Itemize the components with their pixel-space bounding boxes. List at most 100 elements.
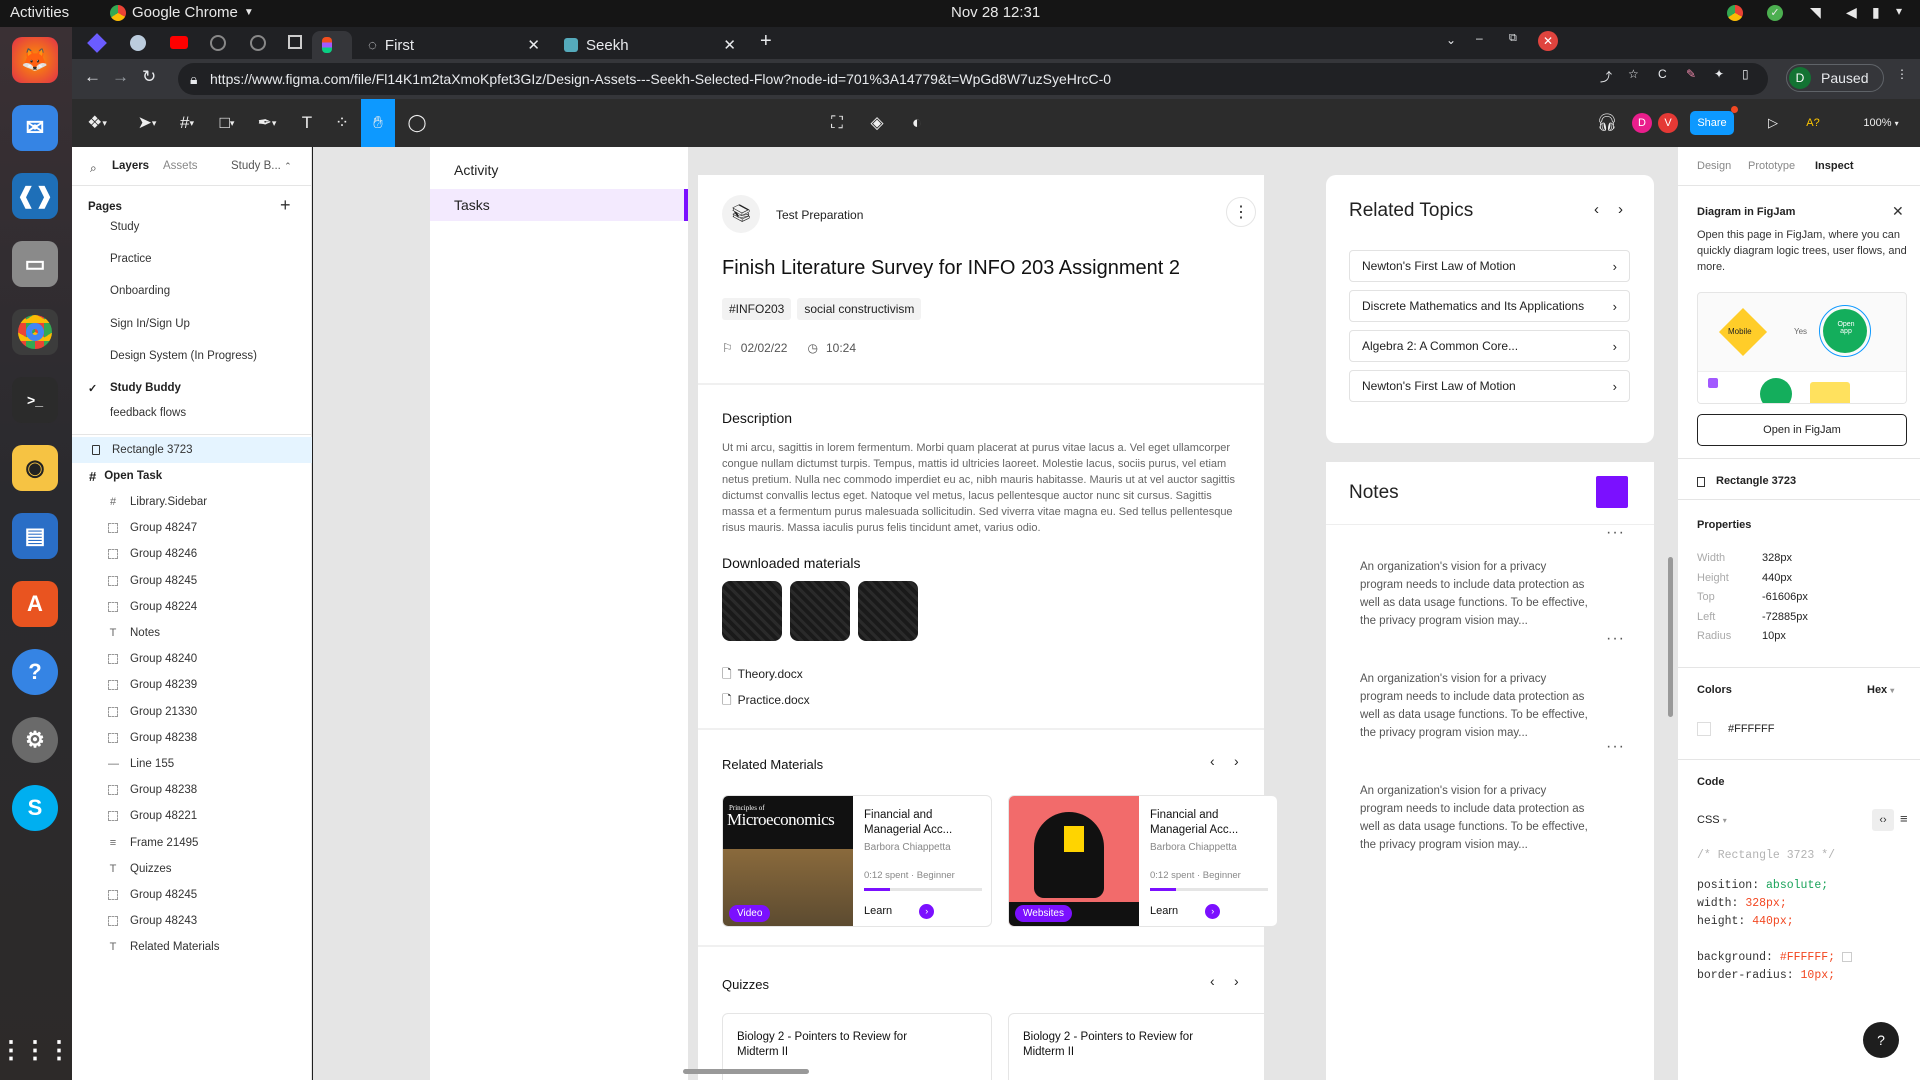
shape-tool-icon[interactable]: □ ▾: [212, 99, 242, 147]
share-page-icon[interactable]: ⤴: [1600, 68, 1612, 85]
layer-row[interactable]: Group 48247: [72, 515, 312, 541]
tab-favicon-icon[interactable]: [288, 35, 302, 49]
comment-tool-icon[interactable]: ◯: [402, 99, 432, 147]
youtube-tab-icon[interactable]: [170, 36, 188, 49]
rhythmbox-icon[interactable]: ◉: [12, 445, 58, 491]
battery-icon[interactable]: ▮: [1872, 4, 1880, 21]
tab-first[interactable]: ◌ First ✕: [358, 31, 548, 59]
volume-icon[interactable]: ◀: [1846, 4, 1857, 21]
contrast-icon[interactable]: ◐: [902, 99, 932, 147]
note-more-icon[interactable]: ···: [1606, 630, 1625, 648]
move-tool-icon[interactable]: ➤ ▾: [132, 99, 162, 147]
topic-item[interactable]: Algebra 2: A Common Core... ›: [1349, 330, 1630, 362]
chrome-dock-icon[interactable]: [12, 309, 58, 355]
code-line[interactable]: width: 328px;: [1697, 897, 1787, 910]
tab-prototype[interactable]: Prototype: [1748, 160, 1795, 172]
note-item[interactable]: An organization's vision for a privacy p…: [1360, 558, 1590, 630]
vscode-icon[interactable]: ❰❱: [12, 173, 58, 219]
page-item[interactable]: Practice: [72, 246, 312, 272]
layer-row[interactable]: Group 48239: [72, 672, 312, 698]
text-tool-icon[interactable]: T: [292, 99, 322, 147]
tab-layers[interactable]: Layers: [112, 160, 149, 172]
layer-row[interactable]: T Quizzes: [72, 856, 312, 882]
tab-figma[interactable]: [312, 31, 352, 59]
app-menu[interactable]: Google Chrome ▼: [110, 4, 254, 21]
layer-row-frame[interactable]: # Open Task: [72, 463, 312, 489]
tab-favicon-icon[interactable]: [250, 35, 266, 51]
figma-canvas[interactable]: Activity Tasks 📚︎ Test Preparation ⋮ Fin…: [313, 147, 1677, 1080]
color-format-dropdown[interactable]: Hex ▾: [1867, 684, 1894, 696]
chevron-left-icon[interactable]: ‹: [1210, 973, 1215, 989]
code-view-icon[interactable]: ‹›: [1872, 809, 1894, 831]
material-thumbnail[interactable]: [858, 581, 918, 641]
page-item[interactable]: feedback flows: [72, 407, 312, 417]
page-item[interactable]: Design System (In Progress): [72, 343, 312, 369]
property-value[interactable]: 328px: [1762, 552, 1792, 564]
tab-design[interactable]: Design: [1697, 160, 1731, 172]
quiz-card[interactable]: Biology 2 - Pointers to Review for Midte…: [1008, 1013, 1278, 1080]
tab-inspect[interactable]: Inspect: [1815, 160, 1854, 172]
layer-row[interactable]: ≡ Frame 21495: [72, 830, 312, 856]
side-panel-icon[interactable]: ▯: [1742, 67, 1749, 81]
open-in-figjam-button[interactable]: Open in FigJam: [1697, 414, 1907, 446]
chevron-right-icon[interactable]: ›: [1618, 201, 1623, 218]
material-thumbnail[interactable]: [722, 581, 782, 641]
firefox-icon[interactable]: 🦊: [12, 37, 58, 83]
show-apps-icon[interactable]: ⋮⋮⋮: [0, 1027, 71, 1073]
close-tab-icon[interactable]: ✕: [723, 36, 736, 54]
color-swatch[interactable]: [1697, 722, 1711, 736]
chevron-right-icon[interactable]: ›: [1234, 973, 1239, 989]
software-icon[interactable]: A: [12, 581, 58, 627]
chrome-menu-icon[interactable]: ⋮: [1896, 67, 1908, 81]
present-play-icon[interactable]: ▷: [1758, 99, 1788, 147]
terminal-icon[interactable]: >_: [12, 377, 58, 423]
avatar[interactable]: D: [1632, 113, 1652, 133]
address-bar[interactable]: 🔒︎ https://www.figma.com/file/Fl14K1m2ta…: [178, 63, 1768, 95]
note-more-icon[interactable]: ···: [1606, 738, 1625, 756]
layer-row[interactable]: Group 48224: [72, 594, 312, 620]
layer-row[interactable]: Group 48238: [72, 777, 312, 803]
canvas-scrollbar-vertical[interactable]: [1668, 557, 1673, 717]
wifi-icon[interactable]: ◥: [1810, 4, 1821, 21]
layer-row[interactable]: Group 48238: [72, 725, 312, 751]
chevron-left-icon[interactable]: ‹: [1594, 201, 1599, 218]
accessibility-label[interactable]: A?: [1798, 99, 1828, 147]
page-item[interactable]: ✓ Study Buddy: [72, 375, 312, 401]
extension-c-icon[interactable]: C: [1658, 67, 1667, 81]
pen-tool-icon[interactable]: ✒ ▾: [252, 99, 282, 147]
tab-seekh[interactable]: Seekh ✕: [554, 31, 744, 59]
layer-row[interactable]: Group 48245: [72, 568, 312, 594]
tab-search-icon[interactable]: ⌄: [1446, 33, 1456, 47]
property-value[interactable]: -61606px: [1762, 591, 1808, 603]
forward-icon[interactable]: →: [112, 67, 129, 87]
restore-icon[interactable]: ⧉: [1509, 32, 1517, 45]
layer-row[interactable]: Group 48240: [72, 646, 312, 672]
minimize-icon[interactable]: –: [1476, 31, 1483, 45]
code-line[interactable]: background: #FFFFFF;: [1697, 951, 1852, 964]
page-item[interactable]: Onboarding: [72, 278, 312, 304]
extensions-puzzle-icon[interactable]: ✦: [1714, 67, 1724, 81]
linear-tab-icon[interactable]: [87, 33, 107, 53]
settings-icon[interactable]: ⚙: [12, 717, 58, 763]
thunderbird-icon[interactable]: ✉: [12, 105, 58, 151]
search-icon[interactable]: ⌕: [90, 161, 97, 176]
component-icon[interactable]: ◈: [862, 99, 892, 147]
layer-row[interactable]: Group 48221: [72, 803, 312, 829]
canvas-scrollbar-horizontal[interactable]: [683, 1069, 809, 1074]
layer-row[interactable]: Group 48246: [72, 541, 312, 567]
layer-row[interactable]: # Library.Sidebar: [72, 489, 312, 515]
property-value[interactable]: 10px: [1762, 630, 1786, 642]
hand-tool-icon[interactable]: ✋︎: [361, 99, 395, 147]
check-tray-icon[interactable]: ✓: [1767, 5, 1783, 21]
add-page-icon[interactable]: +: [280, 195, 291, 216]
share-button[interactable]: Share: [1690, 111, 1734, 135]
list-view-icon[interactable]: ≡: [1900, 811, 1908, 826]
layer-row-selected[interactable]: Rectangle 3723: [72, 437, 312, 463]
code-line[interactable]: position: absolute;: [1697, 879, 1828, 892]
audio-headphones-icon[interactable]: 🎧︎: [1592, 99, 1622, 147]
new-tab-button[interactable]: +: [760, 30, 772, 53]
avatar[interactable]: V: [1658, 113, 1678, 133]
chevron-right-icon[interactable]: ›: [1234, 753, 1239, 769]
layer-row[interactable]: T Related Materials: [72, 934, 312, 960]
code-line[interactable]: height: 440px;: [1697, 915, 1794, 928]
